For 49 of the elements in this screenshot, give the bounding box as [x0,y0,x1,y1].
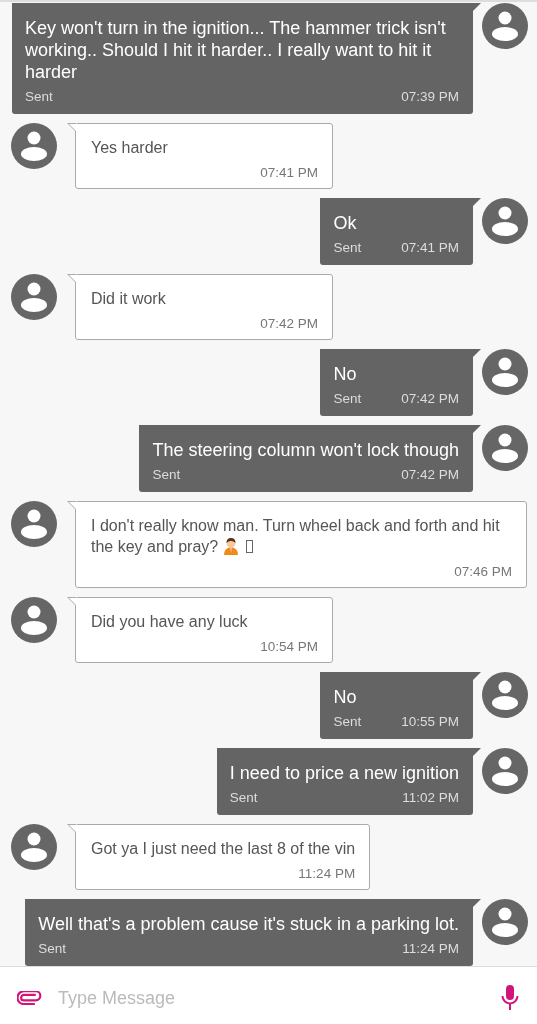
avatar-icon [11,123,57,169]
message-time: 10:54 PM [260,639,318,654]
sent-status: Sent [333,391,362,406]
message-time: 07:42 PM [401,467,459,482]
microphone-icon[interactable] [501,985,519,1011]
message-text: I need to price a new ignition [229,762,459,784]
avatar-icon [482,349,528,395]
avatar-icon [482,198,528,244]
message-time: 11:02 PM [402,790,459,805]
message-text: The steering column won't lock though [152,439,459,461]
avatar-icon [482,425,528,471]
message-text: Key won't turn in the ignition... The hammer trick isn't working.. Should I hit it harder.. I really want to hit it harder [25,17,447,83]
sent-status: Sent [38,941,67,956]
sent-status: Sent [333,240,362,255]
message-text: Did you have any luck [91,613,248,630]
message-text: Well that's a problem cause it's stuck in a parking lot. [38,913,459,935]
sent-status: Sent [333,714,362,729]
message-time: 07:41 PM [260,165,318,180]
message-text: No [333,686,358,708]
message-text: Did it work [91,290,166,307]
avatar-icon [482,3,528,49]
message-time: 07:42 PM [401,391,459,406]
avatar-icon [482,899,528,945]
paperclip-icon[interactable] [17,991,42,1005]
message-text: Yes harder [91,139,168,156]
avatar-icon [482,748,528,794]
message-time: 11:24 PM [298,866,356,881]
message-time: 11:24 PM [402,941,459,956]
message-time: 07:46 PM [454,564,512,579]
message-text: Got ya I just need the last 8 of the vin [91,840,356,857]
message-input[interactable]: Type Message [58,987,485,1009]
message-time: 07:41 PM [401,240,459,255]
message-time: 07:39 PM [401,89,459,104]
sent-status: Sent [25,89,53,104]
message-field[interactable]: Type Message [0,966,537,1024]
praying-person-icon [222,537,241,555]
message-time: 07:42 PM [260,316,318,331]
avatar-icon [11,501,57,547]
message-text: No [333,363,358,385]
sent-status: Sent [152,467,181,482]
avatar-icon [11,597,57,643]
avatar-icon [11,274,57,320]
avatar-icon [482,672,528,718]
avatar-icon [11,824,57,870]
message-text: I don't really know man. Turn wheel back and forth and hit the key and pray? [91,517,500,555]
missing-glyph-icon [245,540,253,553]
message-text: Ok [333,212,358,234]
message-time: 10:55 PM [401,714,459,729]
sent-status: Sent [229,790,258,805]
